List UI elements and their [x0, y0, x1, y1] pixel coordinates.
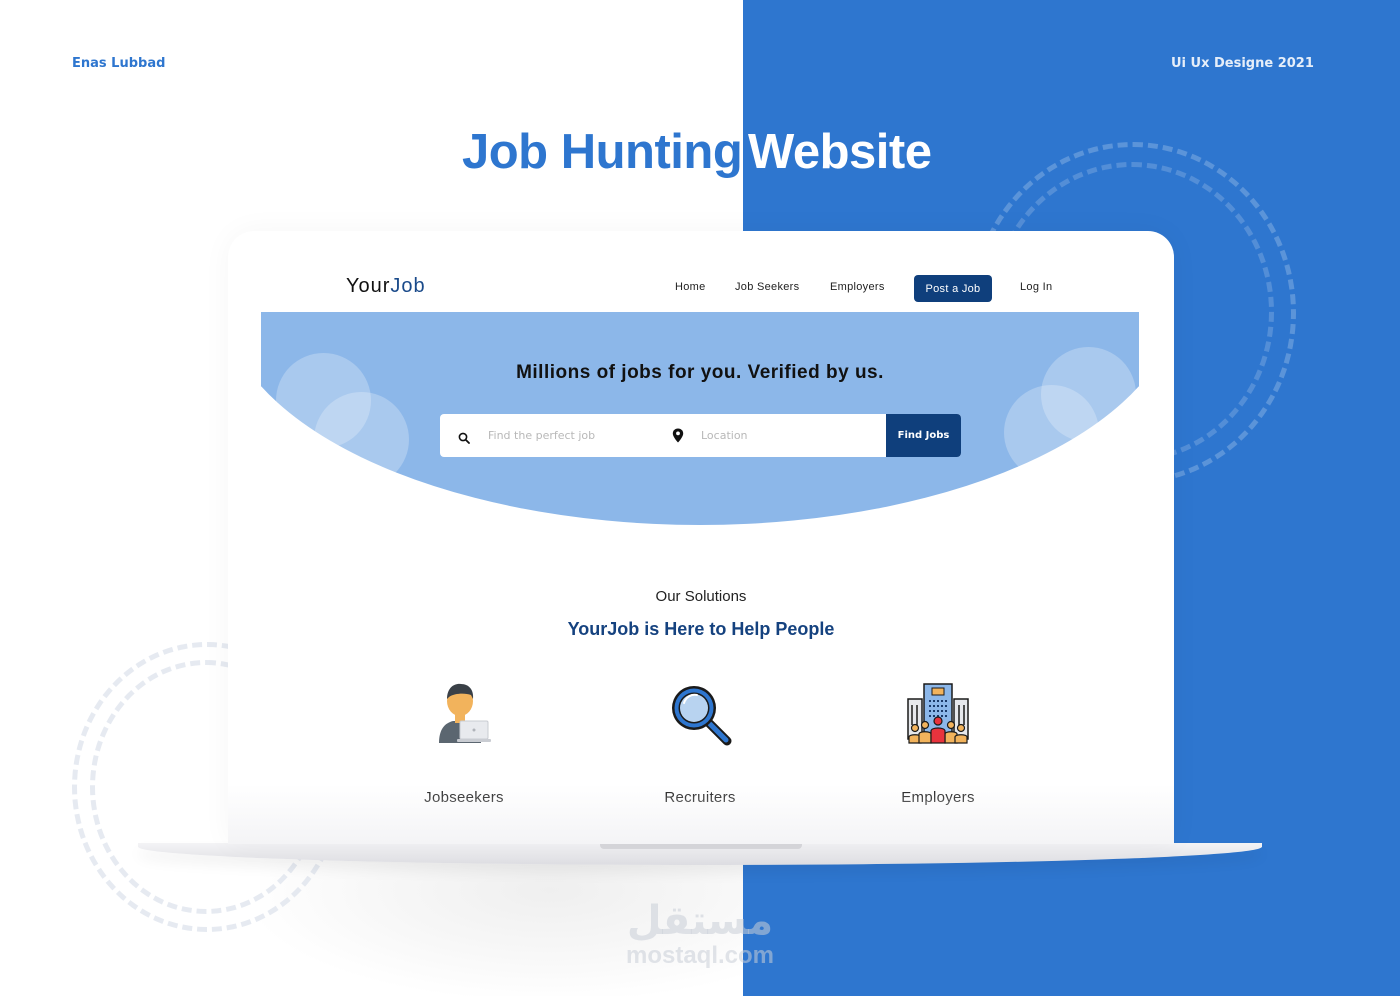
author-name: Enas Lubbad	[72, 56, 166, 71]
post-job-button[interactable]: Post a Job	[914, 275, 992, 302]
job-search-input[interactable]	[488, 414, 658, 457]
location-input[interactable]	[701, 414, 881, 457]
decorative-bubble	[1004, 385, 1099, 480]
hero-headline: Millions of jobs for you. Verified by us…	[516, 362, 884, 383]
project-year: Ui Ux Designe 2021	[1171, 56, 1314, 71]
nav-home[interactable]: Home	[675, 281, 706, 293]
nav-job-seekers[interactable]: Job Seekers	[735, 281, 799, 293]
watermark-arabic: مستقل	[626, 898, 774, 944]
person-laptop-icon	[439, 683, 491, 743]
screen-fade	[228, 784, 1174, 844]
job-search-bar: Find Jobs	[440, 414, 961, 457]
presentation-title: Job Hunting Website	[0, 124, 1400, 188]
nav-login[interactable]: Log In	[1020, 281, 1052, 293]
nav-employers[interactable]: Employers	[830, 281, 885, 293]
buildings-people-icon	[907, 683, 969, 744]
solutions-title: YourJob is Here to Help People	[567, 619, 835, 639]
map-pin-icon	[672, 428, 684, 447]
decorative-bubble	[314, 392, 409, 487]
main-nav: Home Job Seekers Employers Post a Job Lo…	[228, 275, 1174, 303]
title-part-1: Job Hunting	[462, 125, 743, 179]
hero-section: Millions of jobs for you. Verified by us…	[261, 312, 1139, 527]
title-part-2: Website	[748, 125, 932, 179]
solutions-subtitle: Our Solutions	[655, 588, 747, 605]
magnifier-icon	[672, 686, 732, 746]
search-icon	[458, 429, 470, 448]
watermark: مستقل mostaql.com	[600, 900, 800, 970]
watermark-latin: mostaql.com	[625, 942, 775, 969]
find-jobs-button[interactable]: Find Jobs	[886, 414, 961, 457]
laptop-screen: YourJob Home Job Seekers Employers Post …	[228, 231, 1174, 844]
